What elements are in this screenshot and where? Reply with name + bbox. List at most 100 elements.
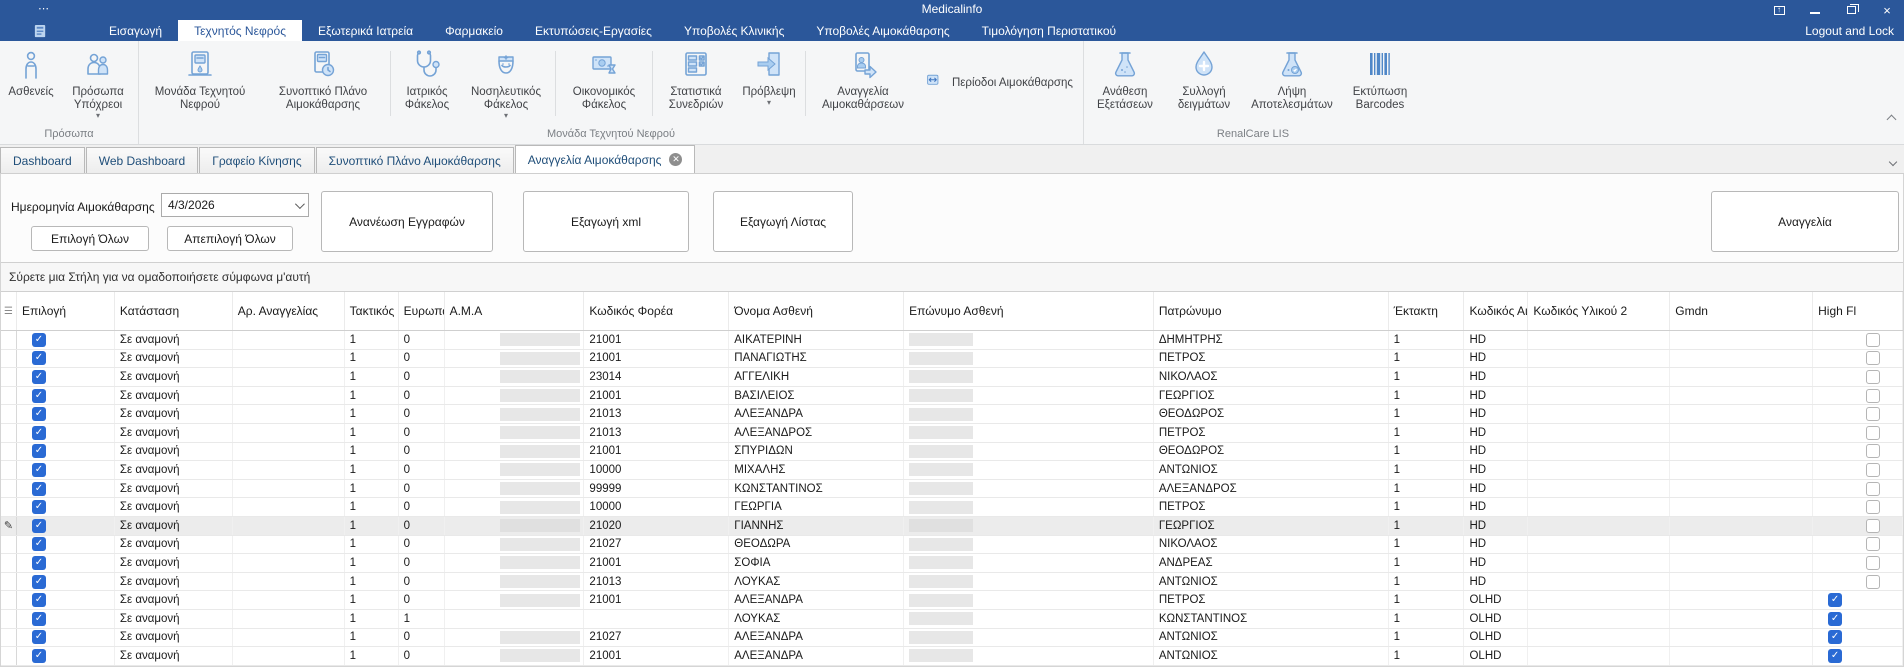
high-flux-cell[interactable]: ✓ [1813,591,1904,609]
high-flux-cell[interactable] [1813,516,1904,535]
column-header-sel[interactable]: Επιλογή [17,292,115,330]
column-header-forea[interactable]: Κωδικός Φορέα [584,292,730,330]
table-row[interactable]: ✓ Σε αναμονή 1 0 21001 ΑΙΚΑΤΕΡΙΝΗ ΔΗΜΗΤΡΗΣ 1 HD [1,331,1904,350]
checkbox-unchecked-icon[interactable] [1866,388,1881,403]
menu-item-εισαγωγή[interactable]: Εισαγωγή [93,20,178,41]
select-cell[interactable]: ✓ [17,368,115,386]
column-header-status[interactable]: Κατάσταση [115,292,233,330]
export-xml-button[interactable]: Εξαγωγή xml [523,191,689,252]
ribbon-button-νοσηλευτικός-φάκελος[interactable]: Νοσηλευτικός Φάκελος ▾ [460,45,552,126]
checkbox-checked-icon[interactable]: ✓ [31,388,46,403]
ribbon-button-συνοπτικό-πλάνο-αιμοκάθαρσης[interactable]: Συνοπτικό Πλάνο Αιμοκάθαρσης [259,45,387,126]
high-flux-cell[interactable] [1813,405,1904,423]
ribbon-button-μονάδα-τεχνητού-νεφρού[interactable]: Μονάδα Τεχνητού Νεφρού [141,45,259,126]
column-header-takt[interactable]: Τακτικός [345,292,399,330]
column-header-eponymo[interactable]: Επώνυμο Ασθενή [904,292,1154,330]
select-cell[interactable]: ✓ [17,498,115,516]
ribbon-button-εκτύπωση-barcodes[interactable]: Εκτύπωση Barcodes [1340,45,1420,126]
table-row[interactable]: ✓ Σε αναμονή 1 0 10000 ΓΕΩΡΓΙΑ ΠΕΤΡΟΣ 1 HD [1,498,1904,517]
checkbox-unchecked-icon[interactable] [1866,500,1881,515]
high-flux-cell[interactable] [1813,386,1904,405]
table-row[interactable]: ✓ Σε αναμονή 1 0 21013 ΑΛΕΞΑΝΔΡΑ ΘΕΟΔΩΡΟΣ 1 HD [1,405,1904,424]
tab-web-dashboard[interactable]: Web Dashboard [85,147,199,173]
close-button[interactable]: × [1876,2,1898,18]
menu-item-υποβολές-αιμοκάθαρσης[interactable]: Υποβολές Αιμοκάθαρσης [800,20,965,41]
checkbox-checked-icon[interactable]: ✓ [31,555,46,570]
ribbon-button-λήψη-αποτελεσμάτων[interactable]: Λήψη Αποτελεσμάτων [1244,45,1340,126]
checkbox-unchecked-icon[interactable] [1866,555,1881,570]
high-flux-cell[interactable] [1813,572,1904,591]
deselect-all-button[interactable]: Απεπιλογή Όλων [167,226,293,251]
select-cell[interactable]: ✓ [17,628,115,647]
checkbox-checked-icon[interactable]: ✓ [31,537,46,552]
select-cell[interactable]: ✓ [17,516,115,535]
table-row[interactable]: ✓ Σε αναμονή 1 0 23014 ΑΓΓΕΛΙΚΗ ΝΙΚΟΛΑΟΣ 1 HD [1,368,1904,387]
select-cell[interactable]: ✓ [17,461,115,479]
ribbon-button-πρόβλεψη[interactable]: Πρόβλεψη ▾ [736,45,802,126]
table-row[interactable]: ✓ Σε αναμονή 1 0 99999 ΚΩΝΣΤΑΝΤΙΝΟΣ ΑΛΕΞΑΝΔΡΟΣ… [1,479,1904,499]
ribbon-button-ανάθεση-εξετάσεων[interactable]: Ανάθεση Εξετάσεων [1086,45,1164,126]
select-all-button[interactable]: Επιλογή Όλων [31,226,149,251]
table-row[interactable]: ✓ Σε αναμονή 1 0 21001 ΠΑΝΑΓΙΩΤΗΣ ΠΕΤΡΟΣ 1 HD [1,349,1904,369]
high-flux-cell[interactable]: ✓ [1813,609,1904,628]
export-list-button[interactable]: Εξαγωγή Λίστας [713,191,853,252]
checkbox-checked-icon[interactable]: ✓ [31,369,46,384]
app-icon[interactable] [33,24,53,41]
column-header-onoma[interactable]: Όνομα Ασθενή [729,292,905,330]
checkbox-checked-icon[interactable]: ✓ [1828,593,1843,608]
ribbon-button-συλλογή-δειγμάτων[interactable]: Συλλογή δειγμάτων [1164,45,1244,126]
high-flux-cell[interactable] [1813,498,1904,516]
checkbox-unchecked-icon[interactable] [1866,574,1881,589]
checkbox-unchecked-icon[interactable] [1866,537,1881,552]
refresh-records-button[interactable]: Ανανέωση Εγγραφών [321,191,493,252]
announce-button[interactable]: Αναγγελία [1711,191,1899,252]
menu-item-εξωτερικά-ιατρεία[interactable]: Εξωτερικά Ιατρεία [302,20,429,41]
high-flux-cell[interactable] [1813,479,1904,498]
checkbox-checked-icon[interactable]: ✓ [31,462,46,477]
table-row[interactable]: ✓ Σε αναμονή 1 0 21001 ΑΛΕΞΑΝΔΡΑ ΑΝΤΩΝΙΟΣ 1 OLHD… [1,647,1904,666]
select-cell[interactable]: ✓ [17,442,115,461]
checkbox-checked-icon[interactable]: ✓ [1828,630,1843,645]
column-header-high[interactable]: High Fl [1813,292,1904,330]
group-by-bar[interactable]: Σύρετε μια Στήλη για να ομαδοποιήσετε σύ… [1,263,1903,292]
checkbox-unchecked-icon[interactable] [1866,425,1881,440]
checkbox-checked-icon[interactable]: ✓ [31,444,46,459]
table-row[interactable]: ✓ Σε αναμονή 1 0 21001 ΑΛΕΞΑΝΔΡΑ ΠΕΤΡΟΣ 1 OLHD ✓ [1,591,1904,610]
table-row[interactable]: ✓ Σε αναμονή 1 0 21001 ΣΟΦΙΑ ΑΝΔΡΕΑΣ 1 HD [1,554,1904,573]
column-header-aimo[interactable]: Κωδικός Αιμο [1464,292,1529,330]
ribbon-button-οικονομικός-φάκελος[interactable]: Οικονομικός Φάκελος [559,45,649,126]
checkbox-checked-icon[interactable]: ✓ [31,593,46,608]
select-cell[interactable]: ✓ [17,609,115,628]
dialysis-date-combobox[interactable]: 4/3/2026 [161,193,309,217]
tab-dashboard[interactable]: Dashboard [0,147,85,173]
menu-item-τιμολόγηση-περιστατικού[interactable]: Τιμολόγηση Περιστατικού [966,20,1132,41]
table-row[interactable]: ✓ Σε αναμονή 1 0 21001 ΣΠΥΡΙΔΩΝ ΘΕΟΔΩΡΟΣ 1 HD [1,442,1904,462]
tab-close-icon[interactable]: ✕ [669,153,683,166]
ribbon-button-ιατρικός-φάκελος[interactable]: Ιατρικός Φάκελος [394,45,460,126]
checkbox-unchecked-icon[interactable] [1866,407,1881,422]
high-flux-cell[interactable] [1813,423,1904,442]
column-header-ekt[interactable]: Έκτακτη [1389,292,1465,330]
table-row[interactable]: ✓ Σε αναμονή 1 0 21027 ΑΛΕΞΑΝΔΡΑ ΑΝΤΩΝΙΟΣ 1 OLHD… [1,628,1904,648]
select-cell[interactable]: ✓ [17,423,115,442]
table-row[interactable]: ✓ Σε αναμονή 1 0 10000 ΜΙΧΑΛΗΣ ΑΝΤΩΝΙΟΣ 1 HD [1,461,1904,480]
select-cell[interactable]: ✓ [17,331,115,349]
menu-item-τεχνητός-νεφρός[interactable]: Τεχνητός Νεφρός [178,20,303,41]
restore-button[interactable] [1840,2,1862,18]
select-cell[interactable]: ✓ [17,535,115,554]
ribbon-button-στατιστικά-συνεδριών[interactable]: Στατιστικά Συνεδριών [656,45,736,126]
column-header-ar[interactable]: Αρ. Αναγγελίας [233,292,345,330]
high-flux-cell[interactable] [1813,368,1904,386]
column-header-ama[interactable]: Α.Μ.Α [445,292,585,330]
checkbox-checked-icon[interactable]: ✓ [31,481,46,496]
minimize-button[interactable] [1804,2,1826,18]
column-header-yliko[interactable]: Κωδικός Υλικού 2 [1528,292,1671,330]
checkbox-checked-icon[interactable]: ✓ [1828,611,1843,626]
checkbox-checked-icon[interactable]: ✓ [31,407,46,422]
high-flux-cell[interactable] [1813,554,1904,572]
checkbox-unchecked-icon[interactable] [1866,444,1881,459]
checkbox-unchecked-icon[interactable] [1866,351,1881,366]
checkbox-unchecked-icon[interactable] [1866,332,1881,347]
checkbox-checked-icon[interactable]: ✓ [31,630,46,645]
checkbox-checked-icon[interactable]: ✓ [31,648,46,663]
